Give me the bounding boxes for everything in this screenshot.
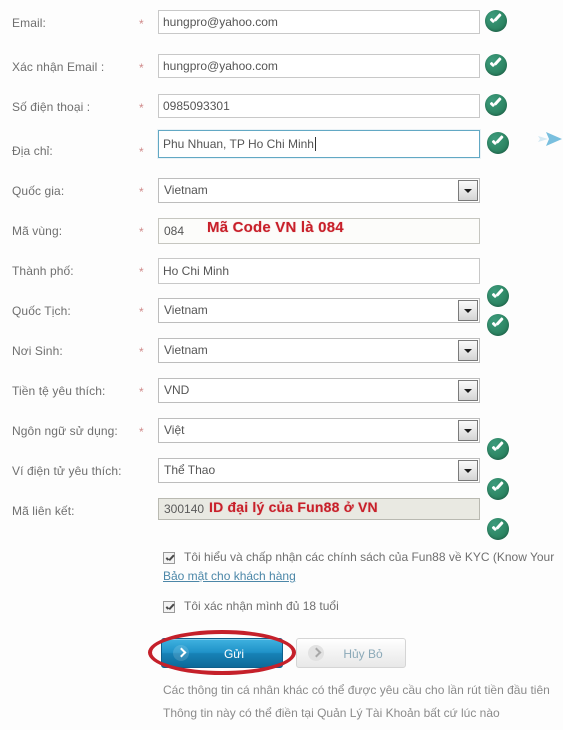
form-row-email: Email: * hungpro@yahoo.com: [0, 10, 563, 50]
form-row-city: Thành phố: * Ho Chi Minh: [0, 258, 563, 298]
chevron-down-icon-nationality[interactable]: [458, 300, 478, 321]
required-marker-area-code: *: [139, 225, 144, 239]
affiliate-code-annotation: ID đại lý của Fun88 ở VN: [209, 499, 378, 515]
label-address: Địa chỉ:: [12, 144, 53, 158]
label-country: Quốc gia:: [12, 184, 65, 198]
form-row-phone: Số điện thoại : * 0985093301: [0, 94, 563, 134]
chevron-down-icon-birthplace[interactable]: [458, 340, 478, 361]
required-marker-confirm-email: *: [139, 61, 144, 75]
required-marker-city: *: [139, 265, 144, 279]
label-language: Ngôn ngữ sử dụng:: [12, 424, 118, 438]
nationality-select-value: Vietnam: [164, 303, 208, 317]
label-wallet: Ví điện tử yêu thích:: [12, 464, 122, 478]
required-marker-birthplace: *: [139, 345, 144, 359]
required-marker-email: *: [139, 17, 144, 31]
privacy-policy-link[interactable]: Bảo mật cho khách hàng: [163, 569, 296, 583]
age-confirm-label: Tôi xác nhận mình đủ 18 tuổi: [184, 599, 339, 613]
cancel-button-label: Hủy Bỏ: [343, 647, 383, 661]
form-row-confirm-email: Xác nhận Email : * hungpro@yahoo.com: [0, 54, 563, 94]
validation-check-icon-confirm-email: [485, 54, 507, 76]
label-affiliate-code: Mã liên kết:: [12, 504, 75, 518]
submit-button-label: Gửi: [223, 647, 245, 661]
form-row-country: Quốc gia: * Vietnam: [0, 178, 563, 218]
kyc-consent-checkbox[interactable]: [163, 552, 175, 564]
footer-note-2: Thông tin này có thể điền tại Quản Lý Tà…: [163, 706, 500, 720]
language-select-value: Việt: [164, 423, 185, 437]
chevron-right-icon-submit: [173, 645, 189, 661]
form-row-currency: Tiền tệ yêu thích: * VND: [0, 378, 563, 418]
language-select[interactable]: Việt: [158, 418, 480, 443]
label-area-code: Mã vùng:: [12, 224, 63, 238]
validation-check-icon-affiliate: [487, 518, 509, 540]
blue-arrow-pointer-icon: [536, 130, 562, 148]
required-marker-language: *: [139, 425, 144, 439]
chevron-down-icon-language[interactable]: [458, 420, 478, 441]
required-marker-address: *: [139, 145, 144, 159]
label-city: Thành phố:: [12, 264, 74, 278]
form-row-birthplace: Nơi Sinh: * Vietnam: [0, 338, 563, 378]
required-marker-country: *: [139, 185, 144, 199]
country-select-value: Vietnam: [164, 183, 208, 197]
address-field[interactable]: Phu Nhuan, TP Ho Chi Minh: [158, 130, 480, 158]
label-birthplace: Nơi Sinh:: [12, 344, 63, 358]
cancel-button[interactable]: Hủy Bỏ: [296, 638, 406, 668]
submit-button[interactable]: Gửi: [161, 638, 283, 668]
label-email: Email:: [12, 16, 46, 30]
required-marker-nationality: *: [139, 305, 144, 319]
label-phone: Số điện thoại :: [12, 100, 91, 114]
nationality-select[interactable]: Vietnam: [158, 298, 480, 323]
chevron-down-icon-wallet[interactable]: [458, 460, 478, 481]
currency-select[interactable]: VND: [158, 378, 480, 403]
form-row-wallet: Ví điện tử yêu thích: Thể Thao: [0, 458, 563, 498]
birthplace-select-value: Vietnam: [164, 343, 208, 357]
validation-check-icon-nationality: [487, 314, 509, 336]
validation-check-icon-wallet: [487, 478, 509, 500]
wallet-select-value: Thể Thao: [164, 463, 216, 477]
validation-check-icon-address: [487, 132, 509, 154]
chevron-down-icon-country[interactable]: [458, 180, 478, 201]
registration-form-page: Email: * hungpro@yahoo.com Xác nhận Emai…: [0, 0, 563, 730]
birthplace-select[interactable]: Vietnam: [158, 338, 480, 363]
form-row-address: Địa chỉ: * Phu Nhuan, TP Ho Chi Minh: [0, 130, 563, 170]
age-confirm-checkbox[interactable]: [163, 601, 175, 613]
label-confirm-email: Xác nhận Email :: [12, 60, 105, 74]
footer-note-1: Các thông tin cá nhân khác có thể được y…: [163, 683, 550, 697]
label-nationality: Quốc Tịch:: [12, 304, 71, 318]
currency-select-value: VND: [164, 383, 190, 397]
confirm-email-field[interactable]: hungpro@yahoo.com: [158, 54, 480, 78]
label-currency: Tiền tệ yêu thích:: [12, 384, 106, 398]
city-field[interactable]: Ho Chi Minh: [158, 258, 480, 284]
wallet-select[interactable]: Thể Thao: [158, 458, 480, 483]
form-row-language: Ngôn ngữ sử dụng: * Việt: [0, 418, 563, 458]
validation-check-icon-phone: [485, 94, 507, 116]
kyc-consent-label: Tôi hiểu và chấp nhận các chính sách của…: [184, 550, 555, 564]
phone-field[interactable]: 0985093301: [158, 94, 480, 118]
email-field[interactable]: hungpro@yahoo.com: [158, 10, 480, 34]
country-select[interactable]: Vietnam: [158, 178, 480, 203]
area-code-annotation: Mã Code VN là 084: [207, 219, 344, 236]
validation-check-icon-language: [487, 438, 509, 460]
required-marker-phone: *: [139, 101, 144, 115]
form-row-nationality: Quốc Tịch: * Vietnam: [0, 298, 563, 338]
validation-check-icon-email: [485, 10, 507, 32]
required-marker-currency: *: [139, 385, 144, 399]
chevron-down-icon-currency[interactable]: [458, 380, 478, 401]
chevron-right-icon-cancel: [308, 645, 324, 661]
